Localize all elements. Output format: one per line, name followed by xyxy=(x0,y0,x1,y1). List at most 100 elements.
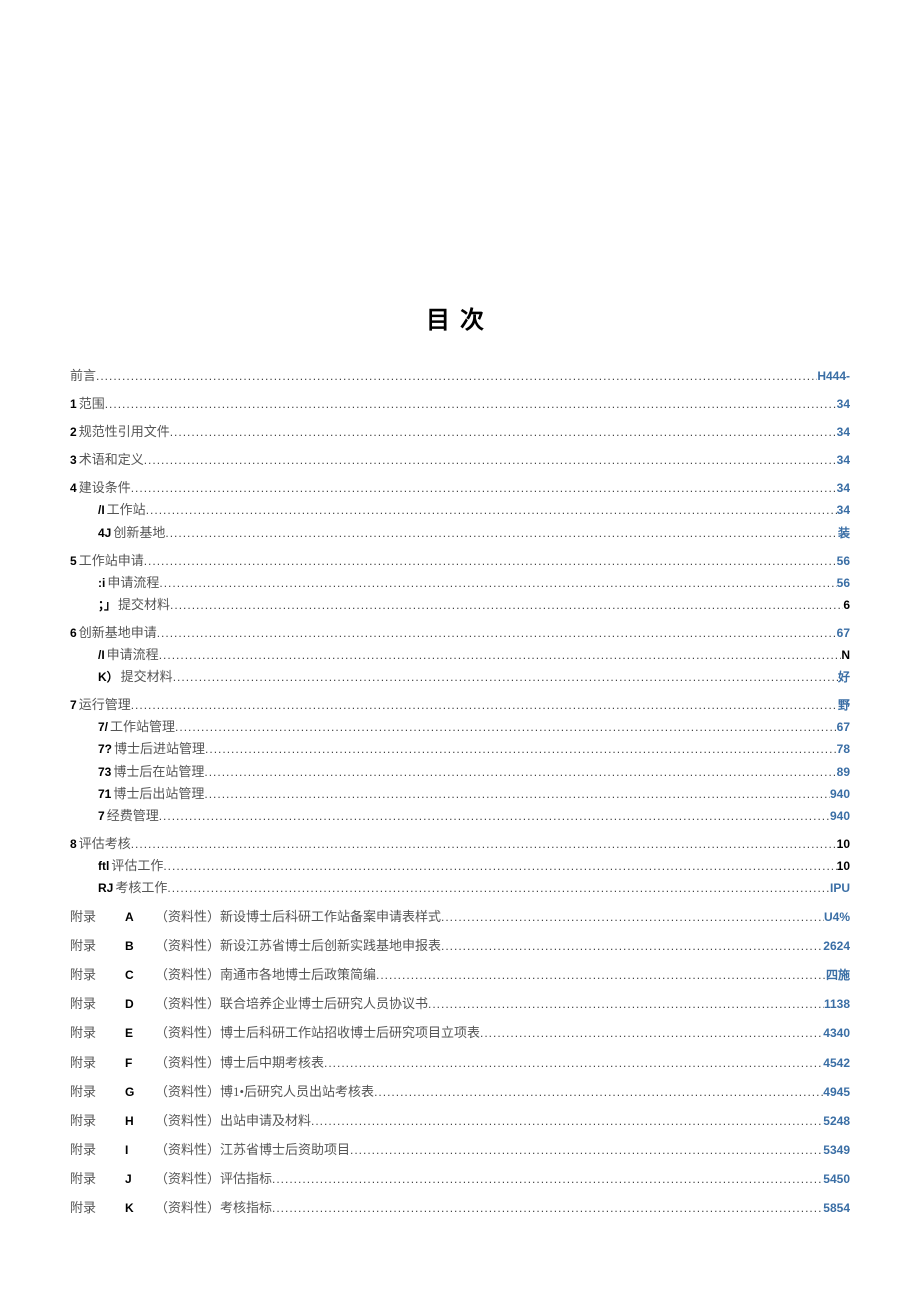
toc-page-number[interactable]: 10 xyxy=(837,834,850,854)
toc-page-number[interactable]: 34 xyxy=(837,394,850,414)
appendix-entry[interactable]: 附录K（资料性）考核指标 5854 xyxy=(70,1197,850,1219)
toc-page-number[interactable]: 10 xyxy=(837,856,850,876)
appendix-letter: C xyxy=(125,965,155,985)
toc-leader xyxy=(272,1169,823,1189)
toc-page-number[interactable]: 野 xyxy=(838,695,850,715)
appendix-page-number[interactable]: 1138 xyxy=(824,994,850,1014)
appendix-text: （资料性）考核指标 xyxy=(155,1197,272,1219)
appendix-entry[interactable]: 附录J（资料性）评估指标5450 xyxy=(70,1168,850,1190)
toc-entry[interactable]: ftl评估工作10 xyxy=(98,855,850,877)
appendix-entry[interactable]: 附录G（资料性）博1•后研究人员出站考核表4945 xyxy=(70,1081,850,1103)
toc-entry[interactable]: 71博士后出站管理940 xyxy=(98,783,850,805)
toc-page-number[interactable]: H444- xyxy=(817,366,850,386)
toc-entry[interactable]: 8评估考核10 xyxy=(70,833,850,855)
toc-page-number[interactable]: IPU xyxy=(830,878,850,898)
appendix-letter: K xyxy=(125,1198,155,1218)
toc-page-number[interactable]: 940 xyxy=(830,806,850,826)
toc-entry[interactable]: 1范围34 xyxy=(70,393,850,415)
toc-entry[interactable]: 4J创新基地装 xyxy=(98,522,850,544)
toc-page-number[interactable]: 67 xyxy=(837,623,850,643)
appendix-text: （资料性）江苏省博士后资助项目 xyxy=(155,1139,350,1161)
appendix-letter: G xyxy=(125,1082,155,1102)
toc-page-number[interactable]: 34 xyxy=(837,450,850,470)
toc-page-number[interactable]: 34 xyxy=(837,478,850,498)
toc-entry[interactable]: 7经费管理940 xyxy=(98,805,850,827)
appendix-entry[interactable]: 附录B（资料性）新设江苏省博士后创新实践基地申报表2624 xyxy=(70,935,850,957)
toc-page-number[interactable]: 好 xyxy=(838,667,850,687)
toc-entry[interactable]: 5工作站申请56 xyxy=(70,550,850,572)
toc-entry-number: ；」 xyxy=(98,595,116,615)
appendix-text: （资料性）博1•后研究人员出站考核表 xyxy=(155,1081,374,1103)
appendix-page-number[interactable]: 四施 xyxy=(826,965,850,985)
toc-entry-number: 6 xyxy=(70,623,77,643)
appendix-page-number[interactable]: 5248 xyxy=(823,1111,850,1131)
toc-entry[interactable]: :i申请流程56 xyxy=(98,572,850,594)
toc-entry[interactable]: ；」提交材料 6 xyxy=(98,594,850,616)
toc-entry[interactable]: /I工作站34 xyxy=(98,499,850,521)
toc-entry[interactable]: 前言H444- xyxy=(70,365,850,387)
toc-entry-number: ftl xyxy=(98,856,109,876)
toc-leader xyxy=(105,394,837,414)
toc-entry-label: 提交材料 xyxy=(121,666,173,688)
toc-entry[interactable]: 2规范性引用文件34 xyxy=(70,421,850,443)
toc-page-number[interactable]: N xyxy=(841,645,850,665)
toc-entry[interactable]: 7/工作站管理67 xyxy=(98,716,850,738)
appendix-text: （资料性）博士后科研工作站招收博士后研究项目立项表 xyxy=(155,1022,480,1044)
toc-leader xyxy=(204,784,830,804)
appendix-entry[interactable]: 附录H（资料性）出站申请及材料5248 xyxy=(70,1110,850,1132)
appendix-tag: 附录 xyxy=(70,1197,125,1219)
appendix-page-number[interactable]: 5450 xyxy=(823,1169,850,1189)
appendix-letter: D xyxy=(125,994,155,1014)
appendix-text: （资料性）评估指标 xyxy=(155,1168,272,1190)
toc-entry-label: 范围 xyxy=(79,393,105,415)
toc-page-number[interactable]: 34 xyxy=(837,500,850,520)
toc-page-number[interactable]: 6 xyxy=(843,595,850,615)
toc-entry-label: 创新基地 xyxy=(113,522,165,544)
appendix-letter: J xyxy=(125,1169,155,1189)
toc-entry-number: /I xyxy=(98,500,105,520)
appendix-page-number[interactable]: 4542 xyxy=(823,1053,850,1073)
toc-entry[interactable]: 73博士后在站管理89 xyxy=(98,761,850,783)
appendix-page-number[interactable]: 4945 xyxy=(823,1082,850,1102)
toc-entry-number: 7/ xyxy=(98,717,108,737)
toc-entry[interactable]: /I申请流程N xyxy=(98,644,850,666)
toc-entry-number: 71 xyxy=(98,784,111,804)
appendix-page-number[interactable]: 2624 xyxy=(823,936,850,956)
appendix-page-number[interactable]: 5349 xyxy=(823,1140,850,1160)
appendix-entry[interactable]: 附录A（资料性）新设博士后科研工作站备案申请表样式U4% xyxy=(70,906,850,928)
appendix-tag: 附录 xyxy=(70,1052,125,1074)
appendix-page-number[interactable]: U4% xyxy=(824,907,850,927)
toc-page-number[interactable]: 940 xyxy=(830,784,850,804)
toc-page-number[interactable]: 78 xyxy=(837,739,850,759)
appendix-entry[interactable]: 附录I（资料性）江苏省博士后资助项目5349 xyxy=(70,1139,850,1161)
toc-page-number[interactable]: 67 xyxy=(837,717,850,737)
toc-entry[interactable]: 4建设条件34 xyxy=(70,477,850,499)
toc-entry[interactable]: 3术语和定义34 xyxy=(70,449,850,471)
appendix-entry[interactable]: 附录F（资料性）博士后中期考核表4542 xyxy=(70,1052,850,1074)
appendix-entry[interactable]: 附录C（资料性）南通市各地博士后政策简编四施 xyxy=(70,964,850,986)
toc-page-number[interactable]: 56 xyxy=(837,573,850,593)
appendix-page-number[interactable]: 5854 xyxy=(823,1198,850,1218)
toc-entry[interactable]: 7运行管理野 xyxy=(70,694,850,716)
toc-page-number[interactable]: 89 xyxy=(837,762,850,782)
appendix-page-number[interactable]: 4340 xyxy=(823,1023,850,1043)
toc-page-number[interactable]: 34 xyxy=(837,422,850,442)
toc-entry[interactable]: 7?博士后进站管理78 xyxy=(98,738,850,760)
toc-entry[interactable]: K）提交材料好 xyxy=(98,666,850,688)
toc-leader xyxy=(159,645,842,665)
appendix-entry[interactable]: 附录E（资料性）博士后科研工作站招收博士后研究项目立项表4340 xyxy=(70,1022,850,1044)
toc-leader xyxy=(376,965,826,985)
toc-page-number[interactable]: 56 xyxy=(837,551,850,571)
toc-entry-label: 博士后进站管理 xyxy=(114,738,205,760)
toc-page-number[interactable]: 装 xyxy=(838,523,850,543)
appendix-letter: B xyxy=(125,936,155,956)
toc-entry-label: 提交材料 xyxy=(118,594,170,616)
appendix-entry[interactable]: 附录D（资料性）联合培养企业博士后研究人员协议书1138 xyxy=(70,993,850,1015)
toc-entry-label: 建设条件 xyxy=(79,477,131,499)
toc-entry-number: RJ xyxy=(98,878,113,898)
toc-leader xyxy=(165,523,838,543)
toc-entry[interactable]: RJ考核工作IPU xyxy=(98,877,850,899)
table-of-contents: 前言H444-1范围342规范性引用文件343术语和定义344建设条件34/I工… xyxy=(70,365,850,899)
toc-entry-number: 73 xyxy=(98,762,111,782)
toc-entry[interactable]: 6创新基地申请67 xyxy=(70,622,850,644)
